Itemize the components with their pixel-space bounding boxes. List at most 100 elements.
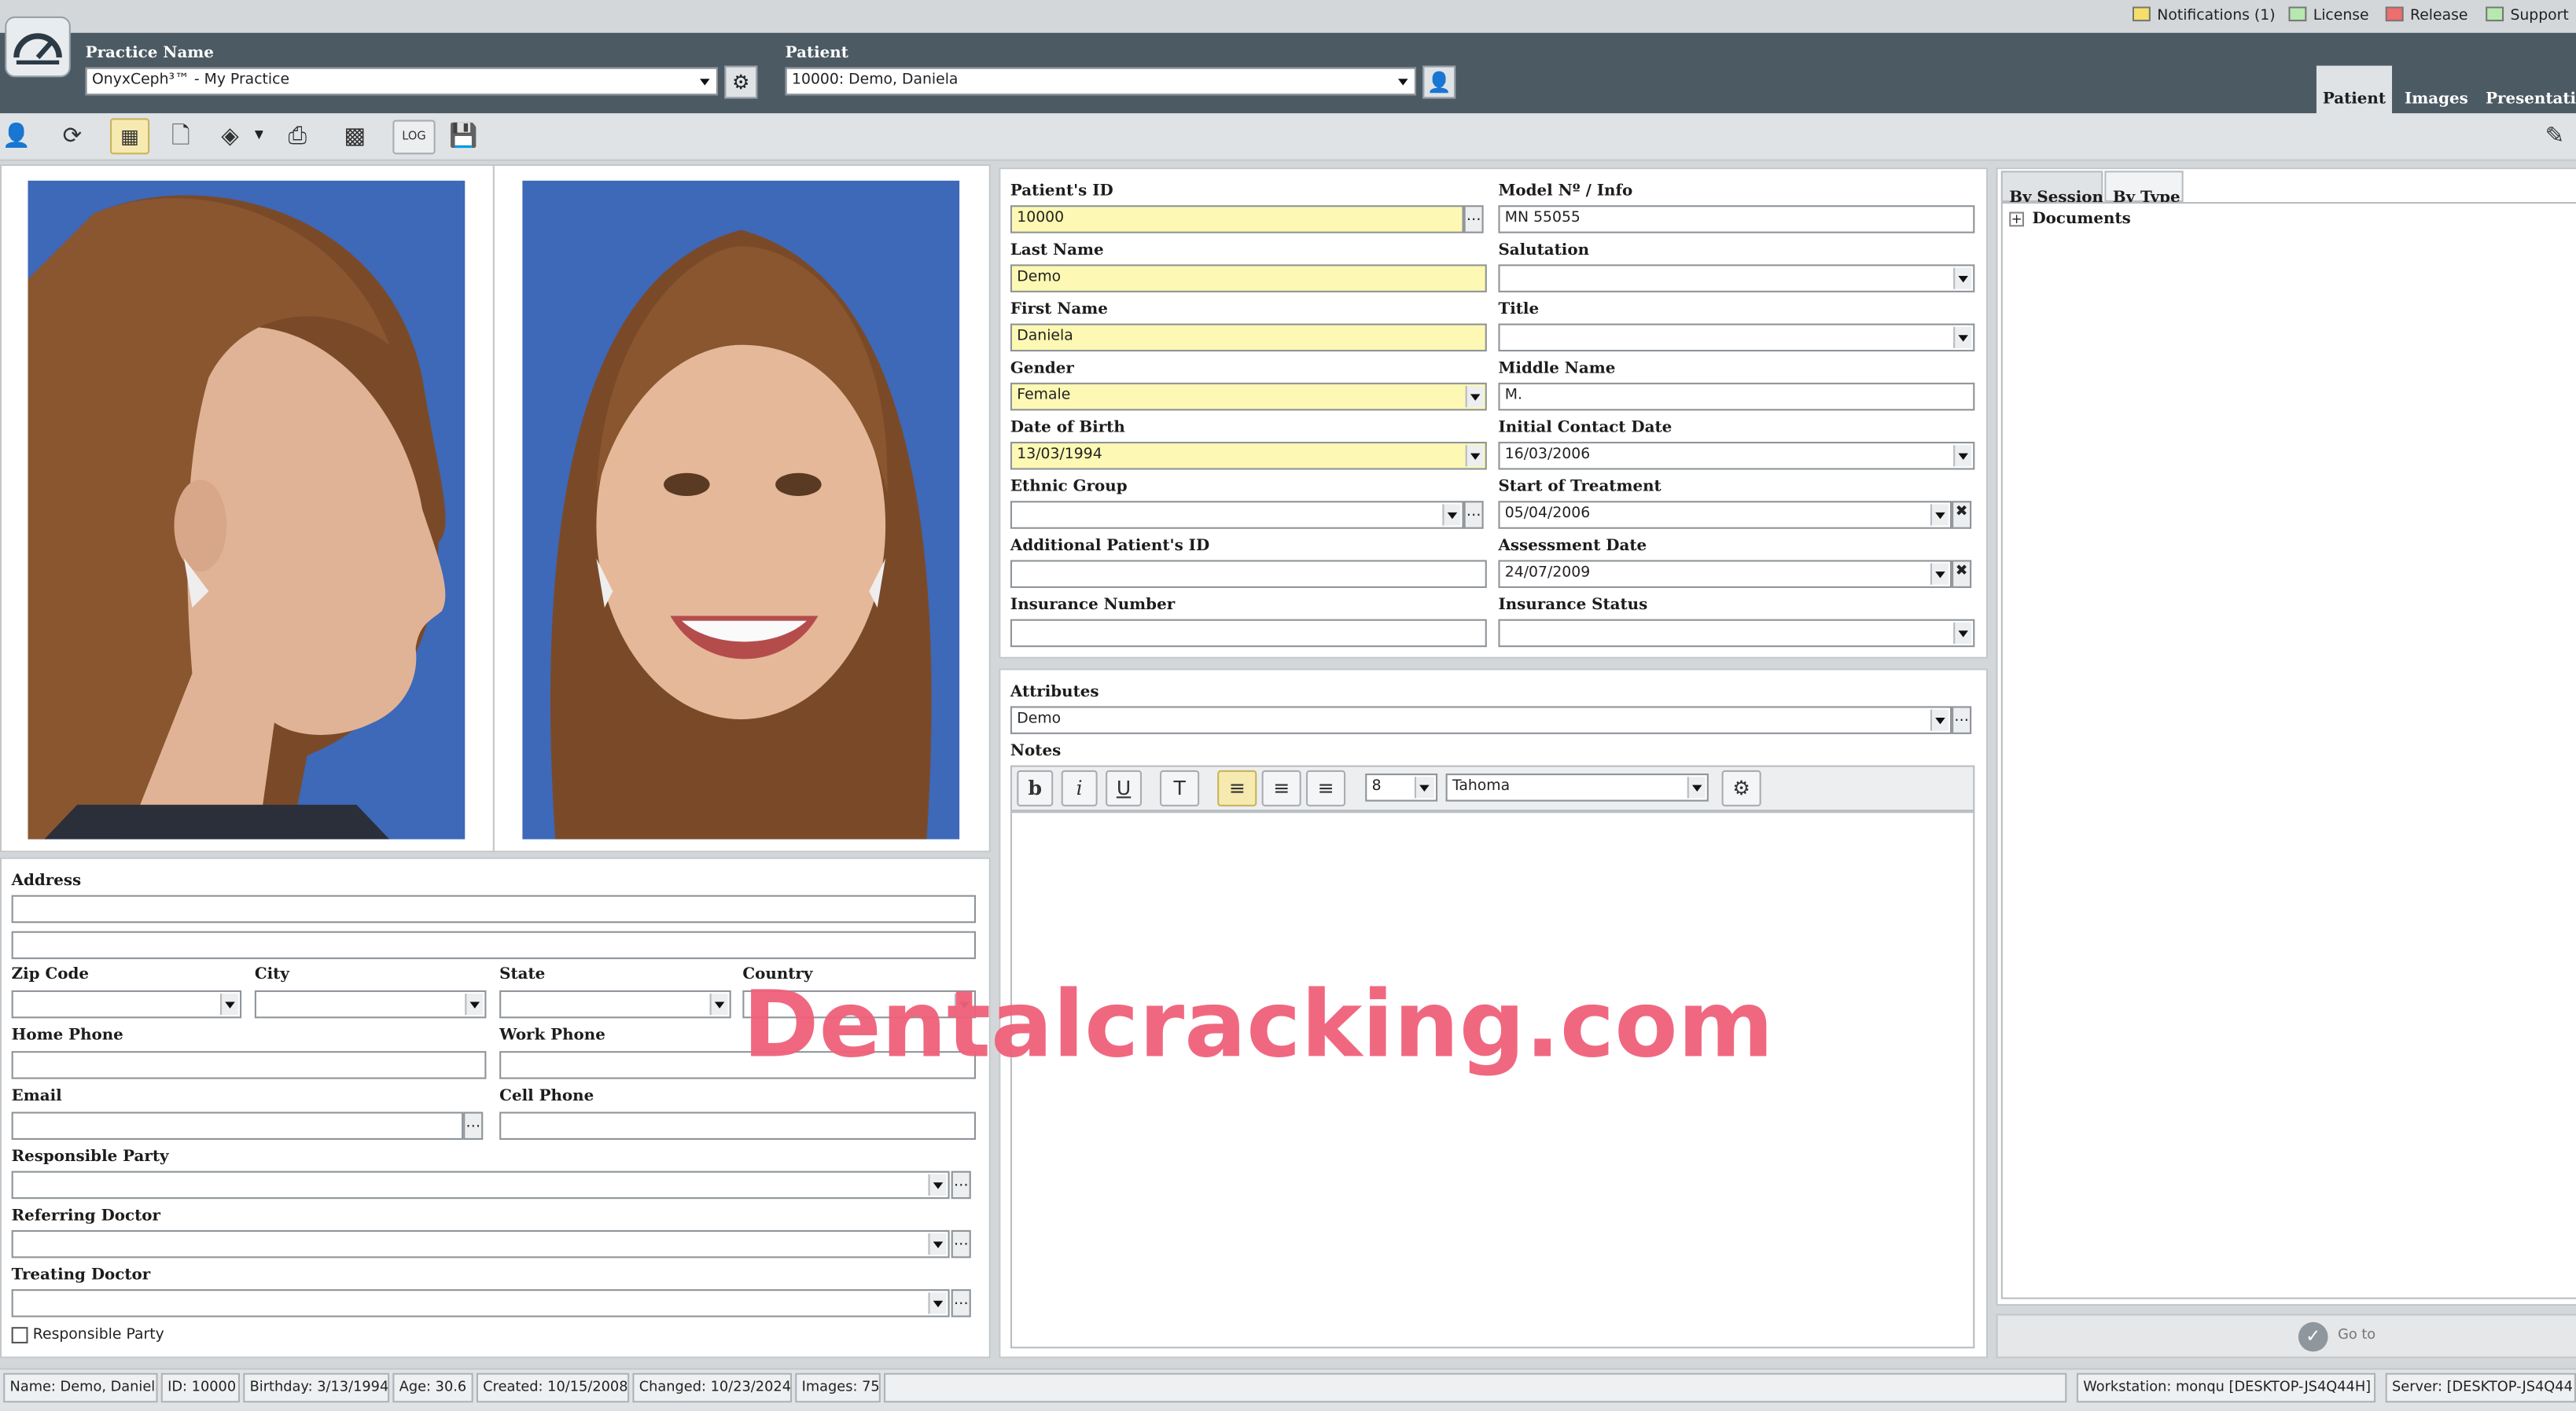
assessment-date-picker[interactable]: 24/07/2009	[1498, 560, 1952, 588]
state-select[interactable]	[499, 990, 731, 1019]
patient-search-icon[interactable]: 👤	[1422, 65, 1456, 99]
title-select[interactable]	[1498, 323, 1975, 352]
responsible-party-checkbox-label: Responsible Party	[32, 1327, 164, 1344]
salutation-select[interactable]	[1498, 264, 1975, 292]
email-input[interactable]	[11, 1112, 464, 1140]
practice-select[interactable]: OnyxCeph³™ - My Practice	[85, 67, 719, 96]
start-treatment-picker[interactable]: 05/04/2006	[1498, 501, 1952, 529]
home-phone-input[interactable]	[11, 1051, 487, 1079]
last-name-label: Last Name	[1010, 241, 1104, 260]
chevron-down-icon	[465, 994, 484, 1016]
status-name: Name: Demo, Daniela	[3, 1372, 158, 1403]
responsible-party-more-button[interactable]: …	[951, 1170, 971, 1200]
patient-id-input[interactable]: 10000	[1010, 205, 1464, 233]
edit-icon[interactable]: ✎	[2535, 118, 2574, 154]
license-indicator	[2288, 6, 2307, 22]
frontal-photo[interactable]	[522, 180, 960, 840]
align-center-button[interactable]: ≡	[1261, 770, 1301, 807]
dob-value: 13/03/1994	[1017, 446, 1102, 464]
font-name-select[interactable]: Tahoma	[1445, 773, 1709, 802]
top-link-release[interactable]: Release	[2385, 6, 2467, 24]
cell-phone-label: Cell Phone	[499, 1087, 594, 1106]
notes-editor[interactable]	[1010, 811, 1975, 1349]
notifications-indicator	[2132, 6, 2151, 22]
address-label: Address	[11, 872, 82, 891]
qr-code-icon[interactable]: ▩	[335, 118, 374, 154]
treating-doctor-more-button[interactable]: …	[951, 1289, 971, 1317]
additional-id-input[interactable]	[1010, 560, 1487, 588]
initial-contact-value: 16/03/2006	[1504, 446, 1591, 464]
first-name-input[interactable]: Daniela	[1010, 323, 1487, 352]
patient-id-more-button[interactable]: …	[1463, 205, 1484, 233]
tab-by-type[interactable]: By Type	[2104, 171, 2184, 207]
dob-picker[interactable]: 13/03/1994	[1010, 442, 1487, 470]
assessment-date-clear-button[interactable]: ✖	[1952, 560, 1972, 588]
expand-icon[interactable]: +	[2009, 211, 2025, 227]
documents-tree-root[interactable]: Documents	[2032, 210, 2130, 228]
chevron-down-icon	[1687, 777, 1706, 799]
chevron-down-icon	[1930, 709, 1949, 731]
align-left-button[interactable]: ≡	[1217, 770, 1257, 807]
refresh-icon[interactable]: ⟳	[53, 118, 92, 154]
status-created: Created: 10/15/2008	[476, 1372, 630, 1403]
address-line2-input[interactable]	[11, 931, 977, 960]
practice-settings-icon[interactable]: ⚙	[724, 65, 758, 99]
initial-contact-picker[interactable]: 16/03/2006	[1498, 442, 1975, 470]
tab-by-session[interactable]: By Session	[2000, 171, 2103, 207]
cell-phone-input[interactable]	[499, 1112, 977, 1140]
notes-settings-icon[interactable]: ⚙	[1721, 770, 1761, 807]
status-spacer	[884, 1372, 2067, 1403]
email-more-button[interactable]: …	[463, 1112, 484, 1140]
start-treatment-clear-button[interactable]: ✖	[1952, 501, 1972, 529]
new-document-icon[interactable]: 🗋	[161, 118, 201, 154]
ethnic-group-more-button[interactable]: …	[1463, 501, 1484, 529]
responsible-party-checkbox[interactable]	[11, 1327, 28, 1344]
attributes-more-button[interactable]: …	[1952, 706, 1972, 734]
tab-patient[interactable]: Patient	[2316, 65, 2393, 116]
attributes-select[interactable]: Demo	[1010, 706, 1952, 734]
insurance-number-input[interactable]	[1010, 619, 1487, 648]
referring-doctor-more-button[interactable]: …	[951, 1229, 971, 1259]
log-button[interactable]: LOG	[392, 119, 436, 155]
text-color-button[interactable]: T	[1160, 770, 1200, 807]
bold-button[interactable]: b	[1017, 770, 1054, 807]
status-id: ID: 10000	[160, 1372, 241, 1403]
gender-select[interactable]: Female	[1010, 382, 1487, 411]
top-link-license[interactable]: License	[2288, 6, 2369, 24]
photo-divider	[492, 164, 495, 853]
referring-doctor-select[interactable]	[11, 1229, 950, 1259]
app-logo-icon[interactable]	[5, 16, 71, 78]
tab-presentation[interactable]: Presentatio	[2481, 66, 2576, 116]
grid-view-icon[interactable]: ▦	[109, 118, 150, 155]
top-link-support[interactable]: Support	[2486, 6, 2569, 24]
attributes-label: Attributes	[1010, 683, 1099, 702]
model-no-input[interactable]: MN 55055	[1498, 205, 1975, 233]
underline-button[interactable]: U	[1106, 770, 1143, 807]
address-line1-input[interactable]	[11, 895, 977, 924]
insurance-status-select[interactable]	[1498, 619, 1975, 648]
scanner-icon[interactable]: ◈	[210, 118, 249, 154]
profile-photo[interactable]	[28, 180, 466, 840]
middle-name-input[interactable]: M.	[1498, 382, 1975, 411]
patient-select-value: 10000: Demo, Daniela	[792, 72, 959, 89]
tab-images[interactable]: Images	[2398, 66, 2474, 116]
last-name-input[interactable]: Demo	[1010, 264, 1487, 292]
align-right-button[interactable]: ≡	[1305, 770, 1346, 807]
chevron-down-icon	[1930, 504, 1949, 526]
add-patient-icon[interactable]: 👤	[0, 118, 36, 154]
save-icon[interactable]: 💾	[443, 118, 483, 154]
print-icon[interactable]: ⎙	[278, 118, 317, 154]
referring-doctor-label: Referring Doctor	[11, 1207, 161, 1225]
font-size-spinner[interactable]: 8	[1365, 773, 1438, 802]
goto-button[interactable]: ✓ Go to	[2292, 1321, 2390, 1354]
top-link-notifications[interactable]: Notifications (1)	[2132, 6, 2276, 24]
italic-button[interactable]: i	[1061, 770, 1098, 807]
zip-code-select[interactable]	[11, 990, 242, 1019]
city-select[interactable]	[254, 990, 487, 1019]
patient-select[interactable]: 10000: Demo, Daniela	[785, 67, 1416, 96]
assessment-date-value: 24/07/2009	[1504, 564, 1591, 582]
treating-doctor-select[interactable]	[11, 1289, 950, 1317]
ethnic-group-select[interactable]	[1010, 501, 1464, 529]
responsible-party-select[interactable]	[11, 1170, 950, 1200]
scanner-dropdown-icon[interactable]: ▼	[255, 128, 263, 141]
